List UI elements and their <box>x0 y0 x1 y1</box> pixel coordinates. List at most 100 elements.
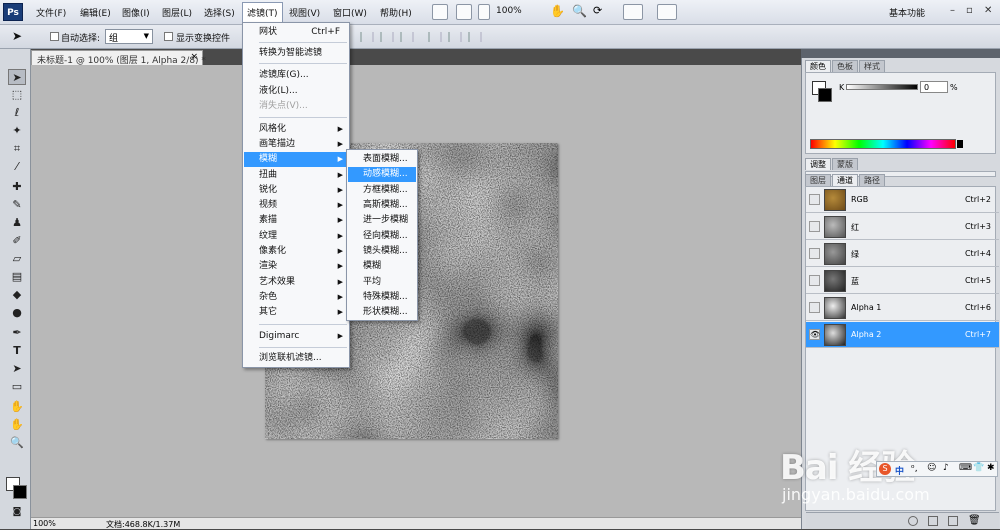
mini-bridge-icon[interactable] <box>456 4 472 20</box>
channel-row-rgb[interactable]: RGB Ctrl+2 <box>806 187 999 213</box>
blur-gaussian[interactable]: 高斯模糊... <box>348 198 416 213</box>
menu-brush-strokes[interactable]: 画笔描边 ▶ <box>244 137 348 152</box>
tab-paths[interactable]: 路径 <box>859 174 885 186</box>
keyboard-icon[interactable]: ⌨ <box>959 463 972 473</box>
pen-tool-icon[interactable]: ✒ <box>8 325 26 341</box>
menu-liquify[interactable]: 液化(L)... <box>244 84 348 99</box>
menu-artistic[interactable]: 艺术效果 ▶ <box>244 275 348 290</box>
align-middle-icon[interactable] <box>380 32 394 42</box>
bridge-icon[interactable] <box>432 4 448 20</box>
channel-row-red[interactable]: 红 Ctrl+3 <box>806 214 999 240</box>
emoji-icon[interactable]: ☺ <box>927 463 936 473</box>
auto-select-checkbox[interactable] <box>50 32 59 41</box>
path-select-icon[interactable]: ➤ <box>8 361 26 377</box>
brush-tool-icon[interactable]: ✎ <box>8 197 26 213</box>
menu-last-filter[interactable]: 网状 Ctrl+F <box>244 25 348 40</box>
magic-wand-icon[interactable]: ✦ <box>8 123 26 139</box>
screen-mode-icon[interactable] <box>657 4 677 20</box>
eyedropper-icon[interactable]: ⁄ <box>8 159 26 175</box>
blur-lens[interactable]: 镜头模糊... <box>348 244 416 259</box>
tab-channels[interactable]: 通道 <box>832 174 858 186</box>
menu-sketch[interactable]: 素描 ▶ <box>244 213 348 228</box>
tab-adjustments[interactable]: 调整 <box>805 158 831 170</box>
channel-row-alpha-2[interactable]: 👁 Alpha 2 Ctrl+7 <box>806 322 999 348</box>
menu-pixelate[interactable]: 像素化 ▶ <box>244 244 348 259</box>
blur-surface[interactable]: 表面模糊... <box>348 152 416 167</box>
background-color-swatch[interactable] <box>13 485 27 499</box>
menu-stylize[interactable]: 风格化 ▶ <box>244 122 348 137</box>
history-brush-icon[interactable]: ✐ <box>8 233 26 249</box>
blur-radial[interactable]: 径向模糊... <box>348 229 416 244</box>
ime-toolbar[interactable]: S 中 ᵒ, ☺ ♪ ⌨ 👕 ✱ <box>876 461 998 477</box>
visibility-toggle[interactable] <box>809 194 820 205</box>
move-tool-preset-icon[interactable]: ➤ <box>12 29 22 43</box>
gradient-tool-icon[interactable]: ▤ <box>8 269 26 285</box>
workspace-switcher[interactable]: 基本功能 <box>889 6 925 19</box>
menu-convert-smart-filter[interactable]: 转换为智能滤镜 <box>244 46 348 61</box>
panel-dock-header[interactable] <box>801 49 1000 58</box>
menu-edit[interactable]: 编辑(E) <box>80 6 111 19</box>
menu-render[interactable]: 渲染 ▶ <box>244 259 348 274</box>
distribute-top-icon[interactable] <box>428 32 442 42</box>
healing-brush-icon[interactable]: ✚ <box>8 179 26 195</box>
menu-layer[interactable]: 图层(L) <box>162 6 192 19</box>
crop-tool-icon[interactable]: ⌗ <box>8 141 26 157</box>
channel-row-blue[interactable]: 蓝 Ctrl+5 <box>806 268 999 294</box>
distribute-middle-icon[interactable] <box>448 32 462 42</box>
settings-icon[interactable]: ✱ <box>987 463 995 473</box>
menu-other[interactable]: 其它 ▶ <box>244 305 348 320</box>
menu-file[interactable]: 文件(F) <box>36 6 66 19</box>
blur-smart[interactable]: 特殊模糊... <box>348 290 416 305</box>
rotate-view-icon[interactable]: ⟳ <box>593 4 609 20</box>
menu-filter-gallery[interactable]: 滤镜库(G)... <box>244 68 348 83</box>
close-tab-icon[interactable]: × <box>190 52 198 62</box>
k-value-input[interactable]: 0 <box>920 81 948 93</box>
lasso-tool-icon[interactable]: ℓ <box>8 105 26 121</box>
ime-mode[interactable]: 中 <box>895 464 904 477</box>
blur-tool-icon[interactable]: ◆ <box>8 287 26 303</box>
blur-simple[interactable]: 模糊 <box>348 259 416 274</box>
channel-row-alpha-1[interactable]: Alpha 1 Ctrl+6 <box>806 295 999 321</box>
align-top-icon[interactable] <box>360 32 374 42</box>
k-slider[interactable] <box>846 84 918 90</box>
document-tab[interactable]: 未标题-1 @ 100% (图层 1, Alpha 2/8) * × <box>31 50 206 66</box>
menu-browse-online[interactable]: 浏览联机滤镜... <box>244 351 348 366</box>
dodge-tool-icon[interactable]: ● <box>8 305 26 321</box>
show-transform-checkbox[interactable] <box>164 32 173 41</box>
status-zoom[interactable]: 100% <box>33 519 56 528</box>
shape-tool-icon[interactable]: ▭ <box>8 379 26 395</box>
distribute-bottom-icon[interactable] <box>468 32 482 42</box>
tab-swatches[interactable]: 色板 <box>832 60 858 72</box>
restore-icon[interactable]: ▫ <box>966 5 973 16</box>
marquee-tool-icon[interactable]: ⬚ <box>8 87 26 103</box>
menu-view[interactable]: 视图(V) <box>289 6 320 19</box>
visibility-toggle[interactable] <box>809 221 820 232</box>
menu-select[interactable]: 选择(S) <box>204 6 235 19</box>
view-extras-icon[interactable] <box>478 4 490 20</box>
voice-icon[interactable]: ♪ <box>943 463 949 473</box>
type-tool-icon[interactable]: T <box>8 343 26 359</box>
zoom-level[interactable]: 100% <box>496 6 522 16</box>
minimize-icon[interactable]: – <box>950 5 955 16</box>
tab-masks[interactable]: 蒙版 <box>832 158 858 170</box>
visibility-toggle[interactable] <box>809 302 820 313</box>
hand-tool-icon[interactable]: ✋ <box>8 417 26 433</box>
blur-motion[interactable]: 动感模糊... <box>348 167 416 182</box>
blur-more[interactable]: 进一步模糊 <box>348 213 416 228</box>
clone-stamp-icon[interactable]: ♟ <box>8 215 26 231</box>
punctuation-icon[interactable]: ᵒ, <box>911 464 918 474</box>
menu-window[interactable]: 窗口(W) <box>333 6 367 19</box>
menu-sharpen[interactable]: 锐化 ▶ <box>244 183 348 198</box>
blur-box[interactable]: 方框模糊... <box>348 183 416 198</box>
eye-icon[interactable]: 👁 <box>809 329 820 340</box>
blur-average[interactable]: 平均 <box>348 275 416 290</box>
zoom-tool-icon[interactable]: 🔍 <box>8 435 26 451</box>
arrange-documents-icon[interactable] <box>623 4 643 20</box>
close-icon[interactable]: ✕ <box>984 5 992 16</box>
color-spectrum[interactable] <box>810 139 963 149</box>
auto-select-dropdown[interactable]: 组 ▼ <box>105 29 153 44</box>
visibility-toggle[interactable] <box>809 275 820 286</box>
menu-video[interactable]: 视频 ▶ <box>244 198 348 213</box>
tab-color[interactable]: 颜色 <box>805 60 831 72</box>
channel-row-green[interactable]: 绿 Ctrl+4 <box>806 241 999 267</box>
